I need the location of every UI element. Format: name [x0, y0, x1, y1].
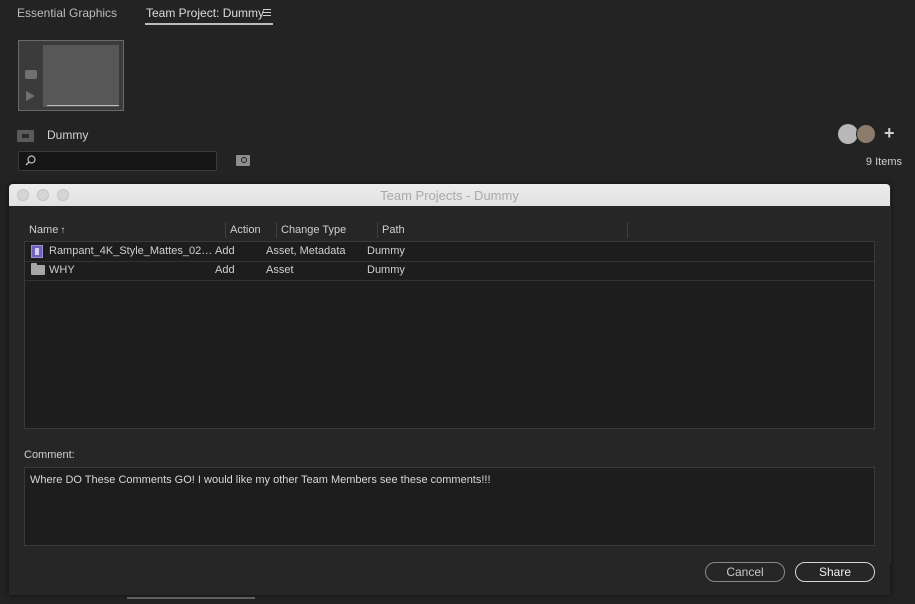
row-action: Add: [215, 245, 235, 257]
scrollbar[interactable]: [127, 597, 255, 599]
column-header-name-label: Name: [29, 224, 59, 236]
panel-menu-icon[interactable]: [263, 9, 271, 17]
row-name: Rampant_4K_Style_Mattes_025...: [49, 245, 215, 257]
search-input[interactable]: [18, 151, 217, 171]
cancel-button[interactable]: Cancel: [705, 562, 785, 582]
avatar[interactable]: [856, 124, 876, 144]
project-icon: [17, 130, 34, 142]
panel-tab-bar: Essential Graphics Team Project: Dummy: [0, 0, 915, 28]
share-button[interactable]: Share: [795, 562, 875, 582]
comment-field[interactable]: Where DO These Comments GO! I would like…: [24, 467, 875, 546]
dialog-title: Team Projects - Dummy: [380, 188, 519, 203]
project-name: Dummy: [47, 128, 89, 142]
row-change-type: Asset: [266, 264, 294, 276]
column-divider[interactable]: [377, 222, 378, 238]
row-path: Dummy: [367, 245, 405, 257]
column-header-path[interactable]: Path: [382, 224, 405, 236]
column-divider[interactable]: [276, 222, 277, 238]
avatar[interactable]: [838, 124, 858, 144]
sort-ascending-icon: ↑: [60, 225, 66, 236]
table-row[interactable]: WHY Add Asset Dummy: [25, 261, 874, 281]
new-search-bin-icon[interactable]: [236, 155, 250, 166]
dialog-titlebar[interactable]: Team Projects - Dummy: [9, 184, 890, 206]
camera-icon[interactable]: [25, 70, 37, 79]
panel-divider: [890, 184, 903, 564]
column-header-name[interactable]: Name ↑: [29, 224, 65, 236]
play-icon[interactable]: [26, 91, 35, 101]
project-thumbnail[interactable]: [18, 40, 124, 111]
column-divider[interactable]: [225, 222, 226, 238]
share-dialog: Team Projects - Dummy Name ↑ Action Chang…: [9, 184, 890, 595]
row-action: Add: [215, 264, 235, 276]
tab-essential-graphics[interactable]: Essential Graphics: [17, 6, 117, 20]
table-row[interactable]: Rampant_4K_Style_Mattes_025... Add Asset…: [25, 242, 874, 262]
changes-list[interactable]: Rampant_4K_Style_Mattes_025... Add Asset…: [24, 241, 875, 429]
items-count: 9 Items: [865, 156, 902, 168]
column-header-change-type[interactable]: Change Type: [281, 224, 346, 236]
search-icon: [25, 155, 36, 166]
thumbnail-preview: [43, 45, 119, 107]
comment-label: Comment:: [24, 449, 75, 461]
row-name: WHY: [49, 264, 75, 276]
column-divider[interactable]: [627, 222, 628, 238]
video-clip-icon: [31, 245, 43, 258]
row-path: Dummy: [367, 264, 405, 276]
folder-icon: [31, 263, 45, 275]
thumbnail-scrubber: [47, 105, 119, 106]
row-change-type: Asset, Metadata: [266, 245, 346, 257]
tab-team-project[interactable]: Team Project: Dummy: [146, 6, 264, 20]
active-tab-indicator: [145, 23, 273, 25]
add-collaborator-icon[interactable]: +: [884, 123, 895, 144]
column-header-action[interactable]: Action: [230, 224, 261, 236]
